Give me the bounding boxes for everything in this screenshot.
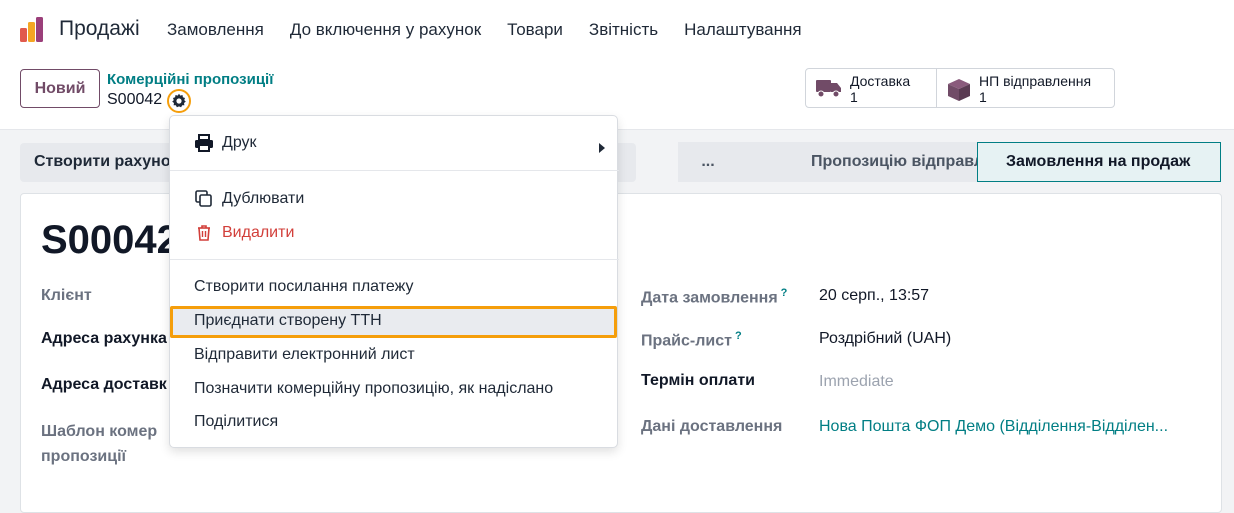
printer-icon: [195, 134, 213, 152]
delivery-data-label: Дані доставлення: [641, 418, 783, 435]
status-ellipsis[interactable]: ...: [678, 142, 738, 182]
order-date-label: Дата замовлення?: [641, 287, 787, 307]
print-label: Друк: [222, 134, 257, 151]
order-name: S00042: [41, 218, 179, 262]
np-shipment-smart-button[interactable]: НП відправлення 1: [936, 69, 1114, 107]
invoice-address-label: Адреса рахунка: [41, 330, 167, 347]
smart-buttons: Доставка 1 НП відправлення 1: [805, 68, 1115, 108]
order-date-label-text: Дата замовлення: [641, 289, 778, 307]
delete-label: Видалити: [222, 224, 295, 241]
np-shipment-label: НП відправлення: [979, 73, 1092, 89]
menu-divider: [170, 170, 619, 171]
pricelist-label: Прайс-лист?: [641, 330, 742, 350]
np-shipment-count: 1: [979, 89, 987, 105]
mark-sent-menu-item[interactable]: Позначити комерційну пропозицію, як наді…: [194, 380, 553, 398]
delete-menu-item[interactable]: Видалити: [194, 223, 294, 243]
menu-divider: [170, 259, 619, 260]
attach-ttn-menu-item[interactable]: Приєднати створену ТТН: [194, 312, 382, 330]
status-bar: ... Пропозицію відправлено Замовлення на…: [678, 142, 1221, 182]
trash-icon: [198, 225, 210, 241]
client-label: Клієнт: [41, 287, 92, 304]
gear-icon: [172, 93, 186, 108]
delivery-count: 1: [850, 89, 858, 105]
delivery-data-value[interactable]: Нова Пошта ФОП Демо (Відділення-Відділен…: [819, 418, 1199, 436]
submenu-caret-icon: [599, 143, 605, 153]
truck-icon: [816, 80, 841, 98]
breadcrumb-parent[interactable]: Комерційні пропозиції: [107, 71, 273, 88]
template-label-line1: Шаблон комер: [41, 423, 158, 440]
share-menu-item[interactable]: Поділитися: [194, 413, 278, 431]
menu-configuration[interactable]: Налаштування: [684, 20, 802, 40]
copy-icon: [195, 190, 212, 207]
payment-link-menu-item[interactable]: Створити посилання платежу: [194, 278, 413, 296]
template-label-line2: пропозиції: [41, 448, 127, 465]
duplicate-label: Дублювати: [222, 190, 305, 207]
payment-terms-value[interactable]: Immediate: [819, 373, 894, 391]
app-name[interactable]: Продажі: [59, 17, 140, 41]
help-icon[interactable]: ?: [735, 330, 742, 342]
menu-products[interactable]: Товари: [507, 20, 563, 40]
send-email-menu-item[interactable]: Відправити електронний лист: [194, 346, 415, 364]
new-button[interactable]: Новий: [20, 69, 100, 108]
menu-to-invoice[interactable]: До включення у рахунок: [290, 20, 481, 40]
actions-gear-button[interactable]: [167, 89, 191, 113]
status-sale-order[interactable]: Замовлення на продаж: [977, 142, 1221, 182]
payment-terms-label: Термін оплати: [641, 372, 755, 389]
print-menu-item[interactable]: Друк: [194, 134, 604, 152]
menu-orders[interactable]: Замовлення: [167, 20, 264, 40]
actions-dropdown-menu: Друк Дублювати Видалити Створити посилан…: [169, 115, 619, 448]
pricelist-value[interactable]: Роздрібний (UAH): [819, 330, 951, 348]
status-quotation-sent[interactable]: Пропозицію відправлено: [737, 142, 1012, 182]
breadcrumb-current: S00042: [107, 91, 163, 108]
menu-reporting[interactable]: Звітність: [589, 20, 658, 40]
sales-app-logo[interactable]: [18, 16, 46, 44]
duplicate-menu-item[interactable]: Дублювати: [194, 189, 304, 209]
help-icon[interactable]: ?: [781, 287, 788, 299]
delivery-label: Доставка: [850, 73, 911, 89]
box-icon: [948, 79, 970, 101]
delivery-address-label: Адреса доставк: [41, 376, 167, 393]
main-menu: Замовлення До включення у рахунок Товари…: [167, 20, 828, 40]
pricelist-label-text: Прайс-лист: [641, 332, 732, 350]
top-navbar: Продажі Замовлення До включення у рахуно…: [0, 0, 1234, 60]
delivery-smart-button[interactable]: Доставка 1: [806, 69, 936, 107]
order-date-value[interactable]: 20 серп., 13:57: [819, 287, 929, 305]
